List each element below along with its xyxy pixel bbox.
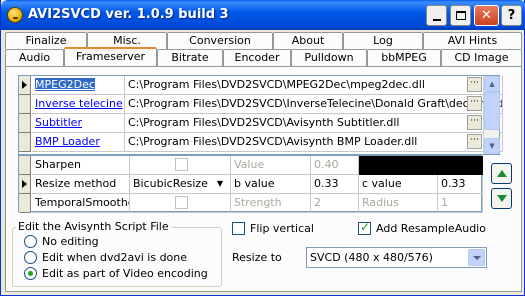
move-up-button[interactable] — [491, 163, 512, 184]
radio-edit-dvd2avi[interactable] — [24, 251, 37, 264]
row-indicator — [19, 114, 31, 133]
plugin-name-cell[interactable]: Subtitler — [32, 114, 125, 133]
param-label: Radius — [359, 194, 438, 213]
scroll-thumb[interactable] — [484, 92, 500, 130]
tab-bbmpeg[interactable]: bbMPEG — [367, 49, 441, 66]
row-indicator — [19, 194, 31, 213]
add-resample-audio-checkbox[interactable] — [358, 220, 371, 235]
plugin-name-cell[interactable]: Inverse telecine — [32, 95, 125, 114]
param-label: b value — [231, 175, 311, 194]
maximize-button[interactable] — [450, 5, 471, 26]
row-indicator — [19, 95, 31, 114]
scroll-up-button[interactable]: ▲ — [484, 76, 500, 92]
chevron-down-icon[interactable]: ▼ — [215, 178, 225, 190]
resize-to-value: SVCD (480 x 480/576) — [310, 251, 433, 264]
resize-method-value: BicubicResize — [133, 177, 208, 190]
current-row-arrow-icon — [22, 180, 27, 188]
tab-conversion[interactable]: Conversion — [167, 32, 273, 49]
scroll-down-button[interactable]: ▼ — [484, 138, 500, 154]
strength-value[interactable]: 2 — [311, 194, 359, 213]
radio-label[interactable]: Edit as part of Video encoding — [42, 267, 208, 280]
param-label: Value — [231, 156, 311, 175]
radio-no-editing[interactable] — [24, 235, 37, 248]
sharpen-empty-cell — [359, 156, 483, 175]
move-down-button[interactable] — [491, 188, 512, 209]
script-edit-group-title: Edit the Avisynth Script File — [16, 220, 171, 233]
tab-cd-image[interactable]: CD Image — [441, 49, 522, 66]
plugin-path-cell[interactable]: C:\Program Files\DVD2SVCD\Avisynth BMP L… — [125, 133, 503, 152]
b-value-input[interactable]: 0.33 — [311, 175, 359, 194]
sharpen-value[interactable]: 0.40 — [311, 156, 359, 175]
tab-log[interactable]: Log — [343, 32, 423, 49]
minimize-button[interactable] — [426, 5, 447, 26]
tab-frameserver[interactable]: Frameserver — [64, 47, 157, 66]
row-indicator — [19, 156, 31, 175]
resize-to-label: Resize to — [232, 251, 282, 264]
app-smiley-icon — [7, 7, 23, 23]
browse-button[interactable]: ··· — [467, 96, 482, 111]
radius-value[interactable]: 1 — [438, 194, 483, 213]
resize-method-combo[interactable]: BicubicResize ▼ — [130, 175, 231, 194]
plugin-name-cell[interactable]: MPEG2Dec — [32, 76, 125, 95]
temporal-checkbox[interactable] — [175, 196, 188, 209]
browse-button[interactable]: ··· — [467, 115, 482, 130]
flip-vertical-checkbox[interactable] — [232, 222, 245, 235]
flip-vertical-label[interactable]: Flip vertical — [250, 222, 314, 235]
minimize-icon — [432, 18, 441, 21]
plugin-link-subtitler[interactable]: Subtitler — [35, 116, 82, 129]
tab-pulldown[interactable]: Pulldown — [291, 49, 367, 66]
filter-label: Sharpen — [32, 156, 130, 175]
row-indicator — [19, 133, 31, 152]
title-bar[interactable]: AVI2SVCD ver. 1.0.9 build 3 ✕ ? — [1, 0, 525, 30]
tab-bitrate[interactable]: Bitrate — [157, 49, 223, 66]
filter-label: TemporalSmoother — [32, 194, 130, 213]
tab-about[interactable]: About — [273, 32, 343, 49]
plugin-link-mpeg2dec[interactable]: MPEG2Dec — [35, 78, 95, 91]
resize-to-select[interactable]: SVCD (480 x 480/576) — [306, 247, 487, 268]
radio-edit-video-encoding[interactable] — [24, 267, 37, 280]
plugin-scrollbar[interactable]: ▲ ▼ — [483, 76, 500, 154]
radio-label[interactable]: Edit when dvd2avi is done — [42, 251, 187, 264]
param-label: Strength — [231, 194, 311, 213]
browse-button[interactable]: ··· — [467, 77, 482, 92]
help-button[interactable]: ? — [501, 5, 522, 26]
plugin-path-cell[interactable]: C:\Program Files\DVD2SVCD\Avisynth Subti… — [125, 114, 503, 133]
sharpen-checkbox[interactable] — [175, 158, 188, 171]
filter-grid: Sharpen Value 0.40 Resize method Bicubic… — [18, 155, 483, 213]
window-title: AVI2SVCD ver. 1.0.9 build 3 — [28, 7, 229, 22]
radio-label[interactable]: No editing — [42, 235, 99, 248]
temporal-check-cell[interactable] — [130, 194, 231, 213]
chevron-down-icon[interactable] — [468, 249, 485, 266]
plugin-name-cell[interactable]: BMP Loader — [32, 133, 125, 152]
frameserver-panel: MPEG2Dec C:\Program Files\DVD2SVCD\MPEG2… — [5, 66, 522, 292]
plugin-grid: MPEG2Dec C:\Program Files\DVD2SVCD\MPEG2… — [18, 75, 503, 155]
filter-label: Resize method — [32, 175, 130, 194]
browse-button[interactable]: ··· — [467, 134, 482, 149]
tab-avi-hints[interactable]: AVI Hints — [423, 32, 522, 49]
plugin-path-cell[interactable]: C:\Program Files\DVD2SVCD\InverseTelecin… — [125, 95, 503, 114]
arrow-down-icon — [496, 195, 507, 202]
plugin-path-cell[interactable]: C:\Program Files\DVD2SVCD\MPEG2Dec\mpeg2… — [125, 76, 503, 95]
plugin-link-bmp-loader[interactable]: BMP Loader — [35, 135, 100, 148]
c-value-input[interactable]: 0.33 — [438, 175, 483, 194]
arrow-up-icon — [496, 170, 507, 177]
add-resample-audio-label[interactable]: Add ResampleAudio — [376, 222, 486, 235]
app-window: AVI2SVCD ver. 1.0.9 build 3 ✕ ? Finalize… — [0, 0, 525, 296]
tab-encoder[interactable]: Encoder — [223, 49, 291, 66]
sharpen-check-cell[interactable] — [130, 156, 231, 175]
tab-audio[interactable]: Audio — [5, 49, 64, 66]
close-button[interactable]: ✕ — [474, 5, 499, 26]
row-indicator — [19, 76, 31, 95]
maximize-icon — [455, 11, 466, 20]
current-row-arrow-icon — [22, 81, 27, 89]
plugin-link-inverse-telecine[interactable]: Inverse telecine — [35, 97, 123, 110]
row-indicator — [19, 175, 31, 194]
param-label: c value — [359, 175, 438, 194]
